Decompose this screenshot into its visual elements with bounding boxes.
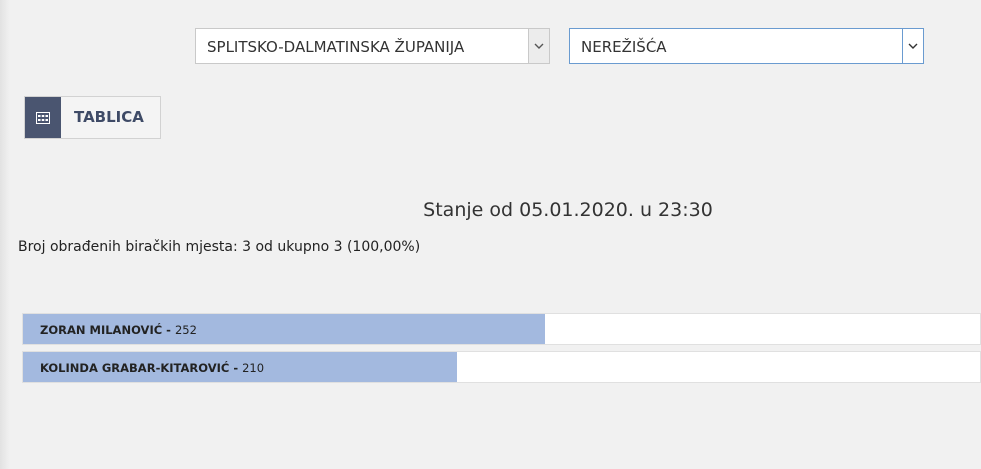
candidate-name: ZORAN MILANOVIĆ <box>40 323 163 337</box>
county-select-value: SPLITSKO-DALMATINSKA ŽUPANIJA <box>207 38 465 56</box>
municipality-select[interactable]: NEREŽIŠĆA <box>569 28 924 64</box>
county-select[interactable]: SPLITSKO-DALMATINSKA ŽUPANIJA <box>195 28 550 64</box>
result-bar-label: KOLINDA GRABAR-KITAROVIĆ - 210 <box>40 361 264 375</box>
status-timestamp: Stanje od 05.01.2020. u 23:30 <box>423 199 713 221</box>
label-separator: - <box>229 361 243 375</box>
table-icon <box>25 97 61 138</box>
municipality-select-value: NEREŽIŠĆA <box>581 38 667 56</box>
table-view-label: TABLICA <box>74 108 144 126</box>
candidate-name: KOLINDA GRABAR-KITAROVIĆ <box>40 361 230 375</box>
left-edge-shadow <box>0 0 10 469</box>
label-separator: - <box>162 323 175 337</box>
result-bar-row: KOLINDA GRABAR-KITAROVIĆ - 210 <box>22 351 981 383</box>
result-bar-label: ZORAN MILANOVIĆ - 252 <box>40 323 197 337</box>
vote-count: 210 <box>242 361 265 375</box>
table-view-button[interactable]: TABLICA <box>24 96 161 139</box>
chevron-down-icon[interactable] <box>902 29 923 63</box>
result-bar-row: ZORAN MILANOVIĆ - 252 <box>22 313 981 345</box>
processed-stations-count: Broj obrađenih biračkih mjesta: 3 od uku… <box>18 239 421 255</box>
chevron-down-icon[interactable] <box>528 29 549 63</box>
vote-count: 252 <box>174 323 197 337</box>
